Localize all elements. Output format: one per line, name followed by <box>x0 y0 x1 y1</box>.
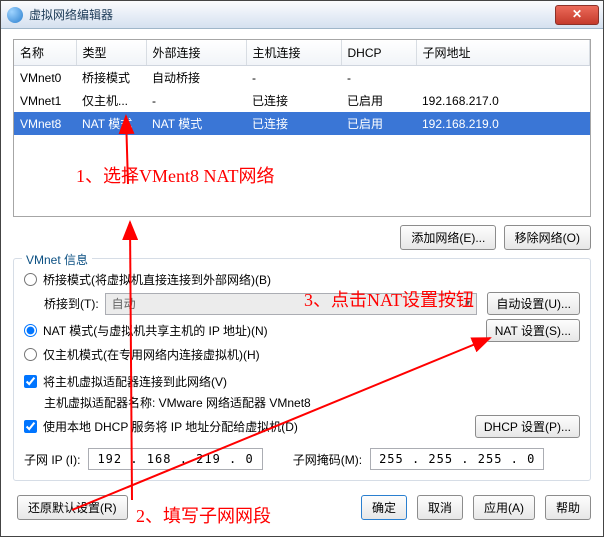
column-header[interactable]: 类型 <box>76 40 146 66</box>
subnet-mask-label: 子网掩码(M): <box>293 451 362 468</box>
table-cell: 已启用 <box>341 112 416 135</box>
chevron-down-icon: ▾ <box>465 298 470 309</box>
table-cell: NAT 模式 <box>146 112 246 135</box>
table-cell: NAT 模式 <box>76 112 146 135</box>
subnet-ip-label: 子网 IP (I): <box>24 451 80 468</box>
auto-settings-button[interactable]: 自动设置(U)... <box>487 292 580 315</box>
table-row[interactable]: VMnet8NAT 模式NAT 模式已连接已启用192.168.219.0 <box>14 112 590 135</box>
table-cell <box>416 66 590 90</box>
table-row[interactable]: VMnet1仅主机...-已连接已启用192.168.217.0 <box>14 89 590 112</box>
table-cell: VMnet8 <box>14 112 76 135</box>
connect-host-checkbox[interactable] <box>24 375 37 388</box>
table-cell: 192.168.219.0 <box>416 112 590 135</box>
column-header[interactable]: 名称 <box>14 40 76 66</box>
column-header[interactable]: DHCP <box>341 40 416 66</box>
subnet-mask-input[interactable]: 255 . 255 . 255 . 0 <box>370 448 544 470</box>
network-table: 名称类型外部连接主机连接DHCP子网地址 VMnet0桥接模式自动桥接--VMn… <box>13 39 591 217</box>
dhcp-settings-button[interactable]: DHCP 设置(P)... <box>475 415 580 438</box>
restore-defaults-button[interactable]: 还原默认设置(R) <box>17 495 128 520</box>
group-legend: VMnet 信息 <box>22 251 92 268</box>
column-header[interactable]: 外部连接 <box>146 40 246 66</box>
window-title: 虚拟网络编辑器 <box>29 6 555 23</box>
table-cell: VMnet0 <box>14 66 76 90</box>
help-button[interactable]: 帮助 <box>545 495 591 520</box>
table-cell: 自动桥接 <box>146 66 246 90</box>
table-cell: - <box>246 66 341 90</box>
bridge-combo-value: 自动 <box>112 295 136 312</box>
bridge-label: 桥接模式(将虚拟机直接连接到外部网络)(B) <box>43 271 271 288</box>
table-cell: - <box>146 89 246 112</box>
nat-settings-button[interactable]: NAT 设置(S)... <box>486 319 580 342</box>
dhcp-label: 使用本地 DHCP 服务将 IP 地址分配给虚拟机(D) <box>43 418 298 435</box>
table-cell: 已启用 <box>341 89 416 112</box>
table-cell: VMnet1 <box>14 89 76 112</box>
bridge-radio[interactable] <box>24 273 37 286</box>
table-cell: 已连接 <box>246 112 341 135</box>
table-row[interactable]: VMnet0桥接模式自动桥接-- <box>14 66 590 90</box>
remove-network-button[interactable]: 移除网络(O) <box>504 225 591 250</box>
table-cell: - <box>341 66 416 90</box>
hostonly-label: 仅主机模式(在专用网络内连接虚拟机)(H) <box>43 346 260 363</box>
table-cell: 仅主机... <box>76 89 146 112</box>
connect-host-label: 将主机虚拟适配器连接到此网络(V) <box>43 373 227 390</box>
apply-button[interactable]: 应用(A) <box>473 495 535 520</box>
close-button[interactable]: ✕ <box>555 5 599 25</box>
table-cell: 已连接 <box>246 89 341 112</box>
bridge-to-label: 桥接到(T): <box>44 295 99 312</box>
column-header[interactable]: 主机连接 <box>246 40 341 66</box>
add-network-button[interactable]: 添加网络(E)... <box>400 225 496 250</box>
hostonly-radio[interactable] <box>24 348 37 361</box>
table-cell: 192.168.217.0 <box>416 89 590 112</box>
table-cell: 桥接模式 <box>76 66 146 90</box>
app-icon <box>7 7 23 23</box>
nat-label: NAT 模式(与虚拟机共享主机的 IP 地址)(N) <box>43 322 268 339</box>
ok-button[interactable]: 确定 <box>361 495 407 520</box>
column-header[interactable]: 子网地址 <box>416 40 590 66</box>
bridge-combo[interactable]: 自动 ▾ <box>105 293 478 315</box>
adapter-name-label: 主机虚拟适配器名称: VMware 网络适配器 VMnet8 <box>44 394 311 411</box>
cancel-button[interactable]: 取消 <box>417 495 463 520</box>
dhcp-checkbox[interactable] <box>24 420 37 433</box>
subnet-ip-input[interactable]: 192 . 168 . 219 . 0 <box>88 448 262 470</box>
nat-radio[interactable] <box>24 324 37 337</box>
vmnet-info-group: VMnet 信息 桥接模式(将虚拟机直接连接到外部网络)(B) 桥接到(T): … <box>13 258 591 481</box>
